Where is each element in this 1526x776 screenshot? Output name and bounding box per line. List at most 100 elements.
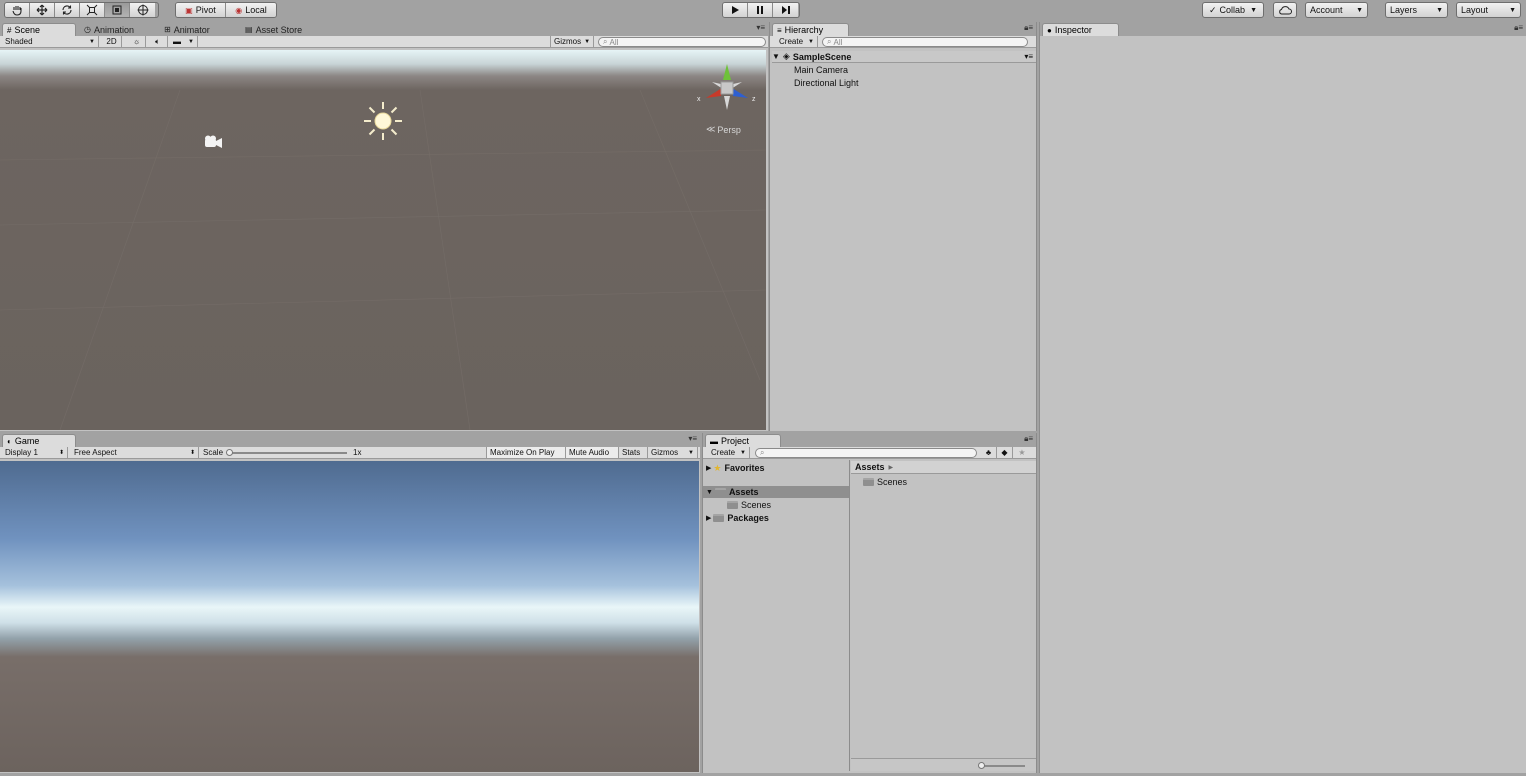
list-icon: ≡: [777, 25, 782, 35]
aspect-dropdown[interactable]: Free Aspect ⬍: [71, 447, 199, 458]
tab-inspector-label: Inspector: [1054, 25, 1092, 35]
panel-menu-icon[interactable]: 🔒︎≡: [1024, 23, 1033, 33]
2d-toggle[interactable]: 2D: [102, 36, 122, 47]
hierarchy-tab-row: ≡ Hierarchy 🔒︎≡: [770, 22, 1036, 36]
display-dropdown[interactable]: Display 1 ⬍: [2, 447, 68, 458]
project-folder-tree: ▶ ★ Favorites ▼ Assets Scenes ▶ Packages: [703, 460, 850, 771]
game-viewport[interactable]: [0, 461, 699, 772]
rect-transform-icon: [112, 5, 122, 15]
layers-dropdown[interactable]: Layers ▼: [1385, 2, 1448, 18]
maximize-on-play-toggle[interactable]: Maximize On Play: [486, 447, 566, 458]
favorites-button[interactable]: ★: [1014, 447, 1030, 458]
filter-by-label-button[interactable]: ◆: [997, 447, 1013, 458]
scene-search-input[interactable]: ⌕ All: [598, 37, 766, 47]
panel-menu-icon[interactable]: 🔒︎≡: [1024, 434, 1033, 444]
perspective-toggle[interactable]: ≪ Persp: [706, 124, 741, 135]
icon-size-slider-thumb[interactable]: [978, 762, 985, 769]
scale-icon: [86, 4, 98, 16]
tab-scene[interactable]: # Scene: [2, 23, 76, 36]
chevron-down-icon: ▼: [1436, 6, 1443, 14]
scene-menu-icon[interactable]: ▾≡: [1024, 52, 1033, 61]
tree-item-packages[interactable]: ▶ Packages: [706, 512, 769, 524]
shading-mode-dropdown[interactable]: Shaded ▼: [2, 36, 99, 47]
tab-game[interactable]: ◐ Game: [2, 434, 76, 447]
filter-by-type-button[interactable]: ♣: [981, 447, 997, 458]
tab-asset-store-label: Asset Store: [255, 24, 303, 35]
hierarchy-create-dropdown[interactable]: Create ▼: [776, 36, 818, 47]
lighting-toggle[interactable]: ☼: [128, 36, 146, 47]
audio-toggle[interactable]: 🔈︎: [148, 36, 168, 47]
hierarchy-item-label: Directional Light: [794, 78, 859, 88]
game-tab-row: ◐ Game ▾≡: [0, 433, 700, 447]
light-icon: ☼: [132, 37, 141, 46]
tab-animator[interactable]: ⊞ Animator: [160, 23, 216, 36]
hierarchy-item[interactable]: Directional Light: [794, 77, 859, 89]
tab-scene-label: Scene: [14, 25, 40, 35]
speaker-icon: 🔈︎: [155, 36, 160, 46]
tab-animation[interactable]: ◷ Animation: [80, 23, 140, 36]
2d-label: 2D: [106, 37, 117, 46]
mute-audio-toggle[interactable]: Mute Audio: [566, 447, 619, 458]
create-label: Create: [711, 448, 736, 457]
orientation-gizmo[interactable]: [694, 62, 760, 112]
asset-item[interactable]: Scenes: [863, 476, 907, 488]
panel-menu-icon[interactable]: ▾≡: [688, 434, 697, 443]
tab-inspector[interactable]: ● Inspector: [1042, 23, 1119, 36]
scene-gizmos-dropdown[interactable]: Gizmos ▼: [550, 36, 594, 47]
account-label: Account: [1310, 5, 1343, 15]
mute-label: Mute Audio: [569, 448, 610, 457]
chevron-down-icon: ▼: [1509, 6, 1516, 14]
project-create-dropdown[interactable]: Create ▼: [708, 447, 750, 458]
pause-button[interactable]: [748, 3, 773, 17]
tab-asset-store[interactable]: ▤ Asset Store: [241, 23, 308, 36]
layout-label: Layout: [1461, 5, 1489, 15]
account-dropdown[interactable]: Account ▼: [1305, 2, 1368, 18]
cloud-button[interactable]: [1273, 2, 1297, 18]
info-icon: ●: [1047, 25, 1052, 35]
effects-dropdown[interactable]: ▬ ▼: [170, 36, 198, 47]
hierarchy-search-input[interactable]: ⌕ All: [822, 37, 1028, 47]
inspector-panel: ● Inspector 🔒︎≡: [1039, 22, 1526, 773]
scene-viewport[interactable]: x z ≪ Persp: [0, 50, 766, 430]
move-tool-button[interactable]: [30, 3, 55, 17]
collab-dropdown[interactable]: ✓ Collab ▼: [1202, 2, 1264, 18]
project-content-area: Assets ▶ Scenes: [851, 460, 1036, 771]
scale-tool-button[interactable]: [80, 3, 105, 17]
icon-size-slider[interactable]: [978, 762, 1025, 769]
play-button[interactable]: [723, 3, 748, 17]
step-button[interactable]: [773, 3, 798, 17]
hand-tool-button[interactable]: [5, 3, 30, 17]
local-toggle[interactable]: ◉ Local: [226, 3, 276, 17]
transform-tool-button[interactable]: [130, 3, 155, 17]
camera-gizmo-icon[interactable]: [202, 135, 224, 149]
game-gizmos-dropdown[interactable]: Gizmos ▼: [648, 447, 698, 458]
scene-root-row[interactable]: ▼ ◈ SampleScene ▾≡: [772, 51, 1036, 63]
clock-icon: ◷: [84, 25, 91, 34]
tab-project[interactable]: ▬ Project: [705, 434, 781, 447]
shading-mode-label: Shaded: [5, 37, 33, 46]
project-toolbar: Create ▼ ⌕ ♣ ◆ ★: [703, 447, 1036, 459]
layout-dropdown[interactable]: Layout ▼: [1456, 2, 1521, 18]
scene-tab-row: # Scene ◷ Animation ⊞ Animator ▤ Asset S…: [0, 22, 768, 36]
breadcrumb-assets[interactable]: Assets: [855, 462, 885, 472]
tree-item-favorites[interactable]: ▶ ★ Favorites: [706, 462, 848, 474]
rotate-tool-button[interactable]: [55, 3, 80, 17]
tree-item-scenes[interactable]: Scenes: [727, 499, 771, 511]
tab-hierarchy[interactable]: ≡ Hierarchy: [772, 23, 849, 36]
directional-light-icon[interactable]: [362, 100, 404, 142]
panel-menu-icon[interactable]: 🔒︎≡: [1514, 23, 1523, 33]
scale-slider-thumb[interactable]: [226, 448, 234, 456]
panel-menu-icon[interactable]: ▾≡: [756, 23, 765, 32]
unity-scene-icon: ◈: [782, 51, 790, 61]
rect-tool-button[interactable]: [105, 3, 130, 17]
hierarchy-item[interactable]: Main Camera: [794, 64, 848, 76]
stats-toggle[interactable]: Stats: [619, 447, 648, 458]
triangle-right-icon: ▶: [706, 515, 712, 522]
project-search-input[interactable]: ⌕: [755, 448, 977, 458]
tree-item-assets[interactable]: ▼ Assets: [703, 486, 849, 498]
rotate-icon: [62, 5, 72, 15]
scale-slider[interactable]: [226, 448, 348, 456]
star-icon: ★: [1018, 448, 1026, 457]
pivot-toggle[interactable]: ▣ Pivot: [176, 3, 227, 17]
move-icon: [36, 4, 48, 16]
